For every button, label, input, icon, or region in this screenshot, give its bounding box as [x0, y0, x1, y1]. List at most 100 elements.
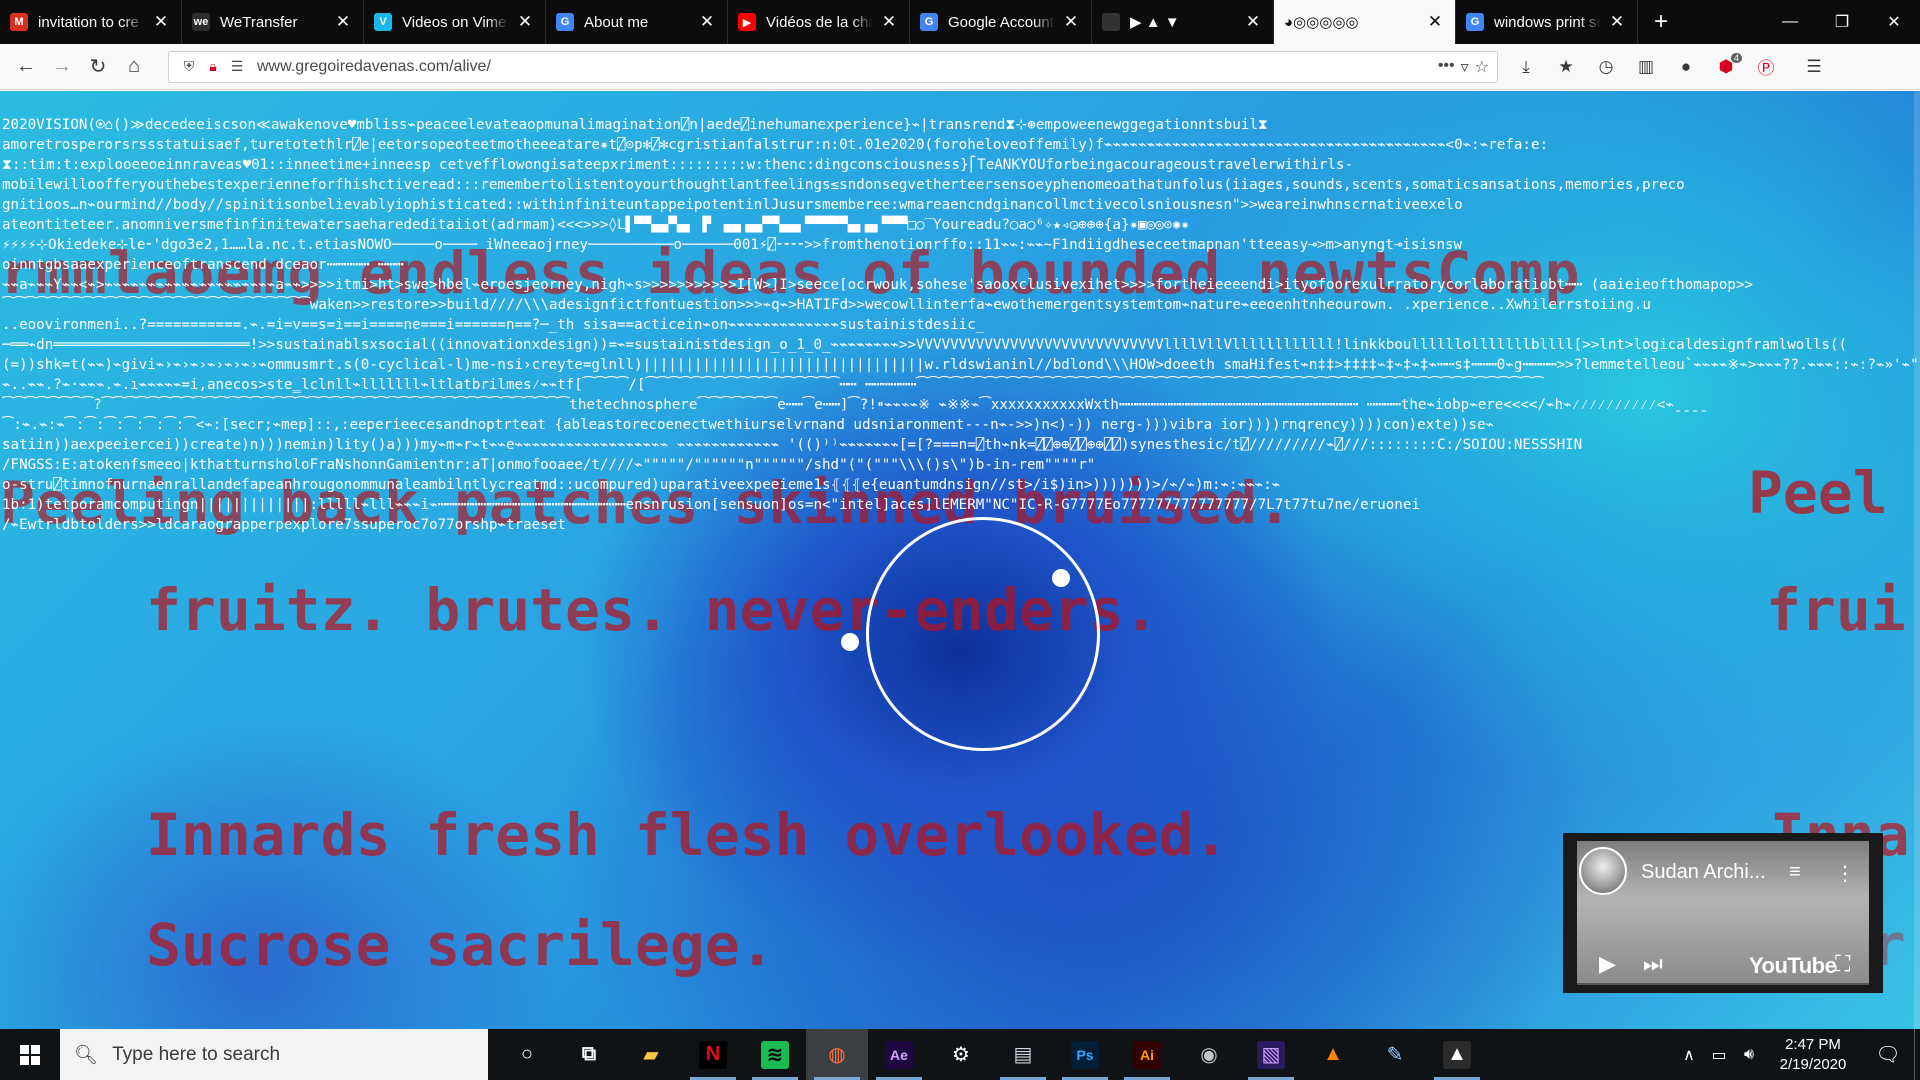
premiere-like-icon: ▧: [1257, 1040, 1285, 1069]
orbit-dot-right[interactable]: [1052, 569, 1070, 587]
new-tab-button[interactable]: +: [1638, 0, 1684, 44]
taskbar-vlc-button[interactable]: ▲: [1302, 1029, 1364, 1080]
browser-tab[interactable]: Minvitation to cre ✕: [0, 0, 182, 44]
mini-player-title[interactable]: Sudan Archi...: [1641, 861, 1766, 884]
close-tab-icon[interactable]: ✕: [1243, 12, 1263, 32]
browser-tab[interactable]: ▶ ▲ ▼ ✕: [1092, 0, 1274, 44]
taskbar-apps: ○ ⧉ ▰ N ≋ ◍ Ae ⚙ ▤ Ps Ai ◉ ▧ ▲ ✎ ▲: [496, 1029, 1488, 1080]
play-icon[interactable]: ▶: [1599, 951, 1616, 977]
fullscreen-icon[interactable]: ⛶: [1835, 951, 1850, 977]
youtube-mini-player[interactable]: Sudan Archi... ≡ ⋮ ▶ ⏭ YouTube ⛶: [1563, 833, 1883, 993]
close-tab-icon[interactable]: ✕: [697, 12, 717, 32]
tab-title: ◕◎◎◎◎◎: [1284, 14, 1359, 31]
close-tab-icon[interactable]: ✕: [151, 12, 171, 32]
google-icon: G: [556, 13, 574, 31]
insecure-lock-icon[interactable]: 🔒︎: [201, 58, 225, 75]
sidebar-icon[interactable]: ▥: [1626, 51, 1666, 83]
web-page-content[interactable]: rmmlaoemg endless ideas of bounded newts…: [0, 91, 1920, 1029]
reload-icon[interactable]: ↻: [80, 51, 116, 83]
url-bar[interactable]: ⛨ 🔒︎ ☰ www.gregoiredavenas.com/alive/ ••…: [168, 50, 1498, 83]
progress-bar[interactable]: [1577, 983, 1869, 985]
url-text[interactable]: www.gregoiredavenas.com/alive/: [257, 58, 1438, 76]
browser-tab[interactable]: ◕◎◎◎◎◎ ✕: [1274, 0, 1456, 44]
taskbar-spotify-button[interactable]: ≋: [744, 1029, 806, 1080]
queue-icon[interactable]: ≡: [1789, 861, 1801, 884]
windows-taskbar: 🔍︎ Type here to search ○ ⧉ ▰ N ≋ ◍ Ae ⚙ ▤ Ps Ai ◉ ▧ ▲…: [0, 1029, 1920, 1080]
history-icon[interactable]: ◷: [1586, 51, 1626, 83]
browser-tab[interactable]: Gwindows print sc ✕: [1456, 0, 1638, 44]
orbit-dot-left[interactable]: [841, 633, 859, 651]
browser-tab[interactable]: G About me ✕: [546, 0, 728, 44]
close-tab-icon[interactable]: ✕: [1607, 12, 1627, 32]
adblock-count-badge: 4: [1730, 52, 1742, 63]
taskbar-notepad-button[interactable]: ▤: [992, 1029, 1054, 1080]
page-actions-icon[interactable]: •••: [1438, 57, 1455, 77]
library-icon[interactable]: ★: [1546, 51, 1586, 83]
adblock-icon[interactable]: ⬢ 4: [1706, 51, 1746, 83]
taskbar-illustrator-button[interactable]: Ai: [1116, 1029, 1178, 1080]
browser-tab[interactable]: ▶ Vidéos de la cha ✕: [728, 0, 910, 44]
start-button[interactable]: [0, 1029, 60, 1080]
permissions-icon[interactable]: ☰: [225, 58, 249, 75]
downloads-icon[interactable]: ⤓: [1506, 51, 1546, 83]
browser-tab[interactable]: G Google Account ✕: [910, 0, 1092, 44]
taskbar-photoshop-button[interactable]: Ps: [1054, 1029, 1116, 1080]
shield-icon[interactable]: ⛨: [177, 58, 201, 75]
minimize-icon[interactable]: —: [1764, 0, 1816, 44]
paint-icon: ✎: [1386, 1044, 1404, 1066]
orbit-circle[interactable]: [866, 517, 1100, 751]
notifications-icon[interactable]: 🗨︎: [1862, 1042, 1914, 1067]
close-tab-icon[interactable]: ✕: [515, 12, 535, 32]
youtube-icon: ▶: [738, 13, 756, 31]
taskbar-premiere-like-button[interactable]: ▧: [1240, 1029, 1302, 1080]
close-tab-icon[interactable]: ✕: [1061, 12, 1081, 32]
channel-avatar[interactable]: [1579, 847, 1627, 895]
show-desktop-button[interactable]: [1914, 1029, 1920, 1080]
forward-icon[interactable]: →: [44, 51, 80, 83]
show-hidden-icons-icon[interactable]: ∧: [1674, 1045, 1704, 1065]
tab-title: WeTransfer: [220, 13, 298, 31]
taskbar-file-explorer-button[interactable]: ▰: [620, 1029, 682, 1080]
clock[interactable]: 2:47 PM 2/19/2020: [1764, 1035, 1862, 1075]
pinterest-icon[interactable]: Ⓟ: [1746, 51, 1786, 83]
tab-title: Vidéos de la cha: [766, 13, 873, 31]
taskbar-cortana-button[interactable]: ○: [496, 1029, 558, 1080]
code-line: gnitioos…n⌁ourmind//body//spinitisonbeli…: [2, 197, 1463, 213]
task-view-icon: ⧉: [581, 1043, 597, 1065]
browser-tab[interactable]: we WeTransfer ✕: [182, 0, 364, 44]
restore-icon[interactable]: ❐: [1816, 0, 1868, 44]
back-icon[interactable]: ←: [8, 51, 44, 83]
taskbar-photos-button[interactable]: ▲: [1426, 1029, 1488, 1080]
taskbar-after-effects-button[interactable]: Ae: [868, 1029, 930, 1080]
page-scrollbar[interactable]: [1914, 91, 1920, 1029]
close-tab-icon[interactable]: ✕: [879, 12, 899, 32]
code-line: ─══⌁dn═══════════════════════!>>sustaina…: [2, 337, 1847, 353]
browser-tab[interactable]: V Videos on Vime ✕: [364, 0, 546, 44]
code-line: ⁀⁀⁀⁀⁀⁀⁀⁀⁀⁀⁀⁀⁀⁀⁀⁀⁀⁀⁀⁀⁀⁀⁀⁀⁀⁀⁀waken>>restor…: [2, 297, 1651, 313]
gmail-icon: M: [10, 13, 28, 31]
youtube-logo[interactable]: YouTube: [1749, 953, 1837, 979]
code-line: ..eoovironmeni..?===========.⌁.=i=v==s=i…: [2, 317, 985, 333]
next-icon[interactable]: ⏭: [1643, 951, 1663, 977]
volume-icon[interactable]: 🔊︎: [1734, 1046, 1764, 1064]
more-options-icon[interactable]: ⋮: [1835, 861, 1855, 886]
tab-title: Google Account: [948, 13, 1054, 31]
bookmark-star-icon[interactable]: ☆: [1475, 57, 1489, 77]
taskbar-task-view-button[interactable]: ⧉: [558, 1029, 620, 1080]
taskbar-search-box[interactable]: 🔍︎ Type here to search: [60, 1029, 488, 1080]
close-tab-icon[interactable]: ✕: [333, 12, 353, 32]
taskbar-paint-button[interactable]: ✎: [1364, 1029, 1426, 1080]
account-icon[interactable]: ●: [1666, 51, 1706, 83]
pocket-icon[interactable]: ▿: [1461, 57, 1469, 77]
battery-icon[interactable]: ▭: [1704, 1045, 1734, 1065]
taskbar-firefox-button[interactable]: ◍: [806, 1029, 868, 1080]
close-window-icon[interactable]: ✕: [1868, 0, 1920, 44]
taskbar-settings-button[interactable]: ⚙: [930, 1029, 992, 1080]
menu-icon[interactable]: ☰: [1794, 51, 1834, 83]
home-icon[interactable]: ⌂: [116, 51, 152, 83]
taskbar-app-circle-button[interactable]: ◉: [1178, 1029, 1240, 1080]
vlc-icon: ▲: [1323, 1043, 1343, 1065]
close-tab-icon[interactable]: ✕: [1425, 12, 1445, 32]
code-line: 1b:1)tetporamcomputingn|||||||||||||:lll…: [2, 497, 1420, 513]
taskbar-netflix-button[interactable]: N: [682, 1029, 744, 1080]
